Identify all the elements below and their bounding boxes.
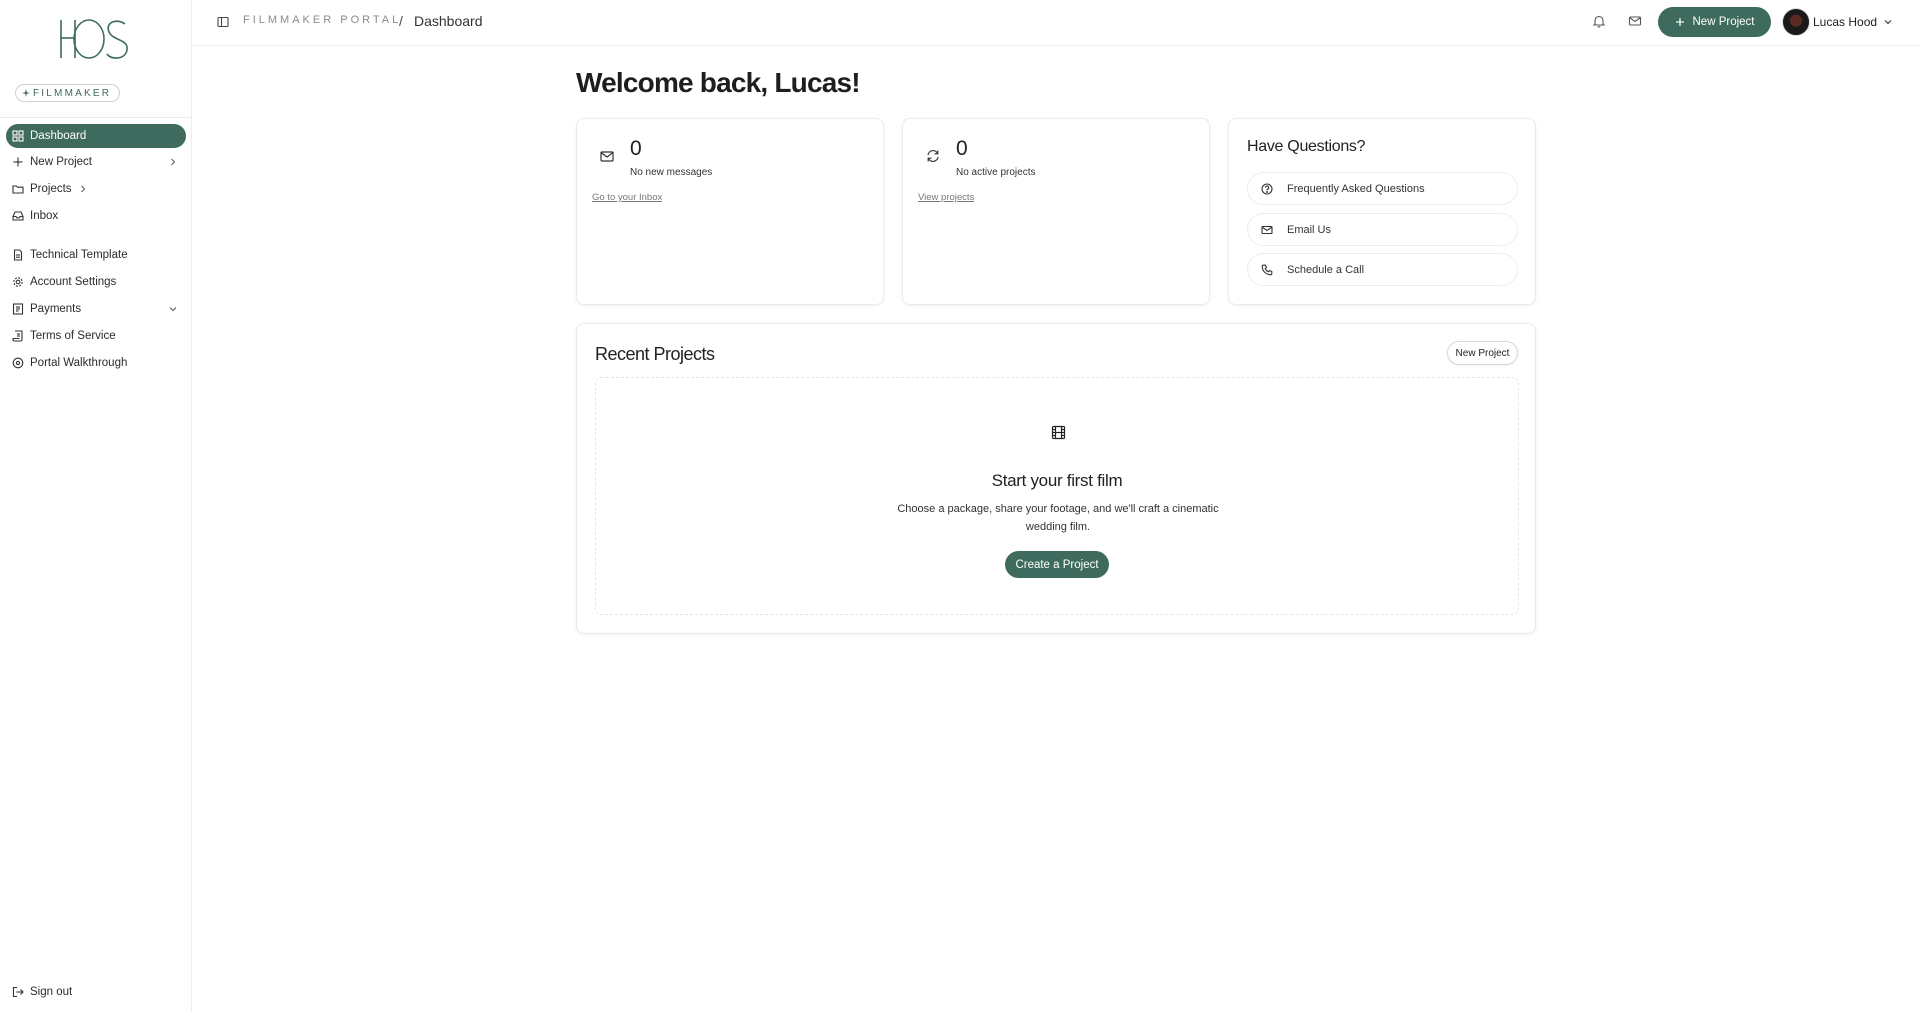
- email-us-button[interactable]: Email Us: [1247, 213, 1518, 246]
- stat-label: No active projects: [956, 167, 1036, 178]
- grid-icon: [12, 130, 24, 142]
- sidebar-toggle-icon[interactable]: [217, 16, 229, 28]
- inbox-link[interactable]: Go to your Inbox: [592, 192, 662, 203]
- sidebar-item-terms-of-service[interactable]: Terms of Service: [6, 324, 186, 348]
- sidebar-divider: [0, 117, 191, 118]
- sidebar-item-label: Payments: [30, 303, 82, 315]
- stat-label: No new messages: [630, 167, 713, 178]
- empty-state: Start your first film Choose a package, …: [595, 377, 1519, 615]
- sidebar-item-label: Dashboard: [30, 130, 87, 142]
- sidebar-item-label: Projects: [30, 183, 72, 195]
- faq-button[interactable]: Frequently Asked Questions: [1247, 172, 1518, 205]
- projects-stat-card: 0 No active projects View projects: [902, 118, 1210, 305]
- sidebar-item-portal-walkthrough[interactable]: Portal Walkthrough: [6, 351, 186, 375]
- mail-icon: [600, 151, 614, 162]
- sidebar-item-new-project[interactable]: New Project: [6, 150, 186, 174]
- schedule-call-label: Schedule a Call: [1287, 263, 1365, 276]
- schedule-call-button[interactable]: Schedule a Call: [1247, 253, 1518, 286]
- stat-value: 0: [630, 137, 642, 160]
- phone-icon: [1261, 264, 1273, 275]
- refresh-icon: [927, 150, 939, 162]
- gear-icon: [13, 277, 23, 287]
- messages-stat-card: 0 No new messages Go to your Inbox: [576, 118, 884, 305]
- sidebar-item-label: Portal Walkthrough: [30, 357, 128, 369]
- sidebar-item-dashboard[interactable]: Dashboard: [6, 124, 186, 148]
- recent-projects-title: Recent Projects: [595, 344, 715, 364]
- sidebar-item-label: Inbox: [30, 210, 59, 222]
- sidebar-item-label: Technical Template: [30, 249, 128, 261]
- faq-label: Frequently Asked Questions: [1287, 182, 1425, 195]
- sign-out-button[interactable]: Sign out: [12, 986, 72, 998]
- empty-state-title: Start your first film: [991, 471, 1123, 490]
- plus-icon: [1675, 18, 1684, 26]
- sidebar-item-label: New Project: [30, 156, 92, 168]
- help-circle-icon: [1261, 182, 1273, 195]
- sidebar: FILMMAKER Dashboard New Project Projects…: [0, 0, 192, 1012]
- email-us-label: Email Us: [1287, 223, 1332, 236]
- new-project-label: New Project: [1692, 16, 1755, 28]
- badge-label: FILMMAKER: [33, 87, 112, 99]
- file-icon: [13, 249, 23, 261]
- breadcrumb-portal[interactable]: FILMMAKER PORTAL: [243, 14, 401, 26]
- projects-link[interactable]: View projects: [918, 192, 974, 203]
- brand-logo[interactable]: [57, 14, 133, 64]
- sidebar-item-inbox[interactable]: Inbox: [6, 204, 186, 228]
- compass-icon: [12, 357, 24, 369]
- sidebar-item-projects[interactable]: Projects: [6, 177, 186, 201]
- breadcrumb-separator: /: [399, 13, 403, 29]
- questions-title: Have Questions?: [1247, 138, 1366, 155]
- plus-icon: [13, 157, 23, 167]
- filmmaker-badge: FILMMAKER: [15, 84, 121, 102]
- mail-icon[interactable]: [1628, 14, 1642, 28]
- film-icon: [1051, 425, 1066, 440]
- create-project-button[interactable]: Create a Project: [1005, 551, 1109, 578]
- user-name[interactable]: Lucas Hood: [1813, 15, 1877, 29]
- chevron-down-icon[interactable]: [1883, 17, 1893, 27]
- stat-value: 0: [956, 137, 968, 160]
- logo-mark-icon: [60, 19, 128, 59]
- sidebar-item-payments[interactable]: Payments: [6, 297, 186, 321]
- sidebar-item-label: Terms of Service: [30, 330, 116, 342]
- new-project-button[interactable]: New Project: [1658, 7, 1771, 37]
- breadcrumb-current: Dashboard: [414, 13, 483, 29]
- sidebar-item-account-settings[interactable]: Account Settings: [6, 270, 186, 294]
- recent-new-project-button[interactable]: New Project: [1447, 341, 1518, 365]
- sidebar-item-technical-template[interactable]: Technical Template: [6, 243, 186, 267]
- logout-icon: [12, 986, 24, 998]
- sidebar-item-label: Account Settings: [30, 276, 117, 288]
- folder-icon: [12, 185, 24, 194]
- chevron-right-icon: [81, 185, 86, 193]
- sign-out-label: Sign out: [30, 986, 73, 998]
- avatar[interactable]: [1782, 8, 1810, 36]
- page-title: Welcome back, Lucas!: [576, 67, 861, 98]
- chevron-down-icon: [169, 307, 177, 312]
- mail-icon: [1261, 225, 1273, 234]
- inbox-icon: [12, 211, 24, 221]
- bell-icon[interactable]: [1592, 14, 1606, 28]
- questions-card: Have Questions? Frequently Asked Questio…: [1228, 118, 1536, 305]
- chevron-right-icon: [171, 158, 176, 166]
- scroll-icon: [12, 330, 23, 342]
- receipt-icon: [12, 303, 24, 315]
- top-bar: FILMMAKER PORTAL / Dashboard New Project…: [192, 0, 1920, 46]
- recent-projects-card: Recent Projects New Project Start your f…: [576, 323, 1536, 634]
- sparkle-icon: [22, 89, 30, 97]
- empty-state-description: Choose a package, share your footage, an…: [897, 503, 1219, 533]
